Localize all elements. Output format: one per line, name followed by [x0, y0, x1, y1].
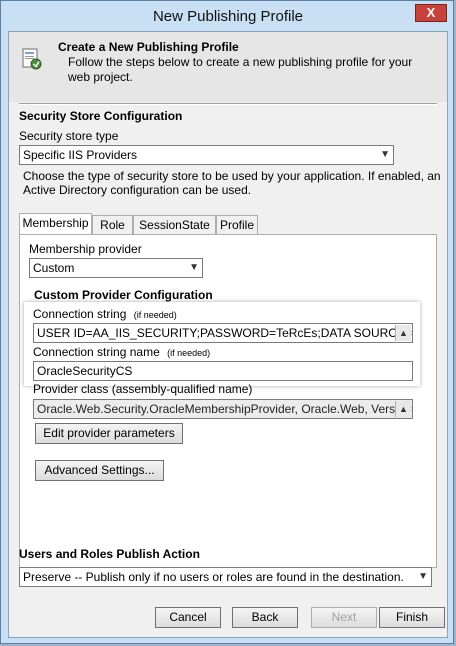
next-button-label: Next	[331, 610, 357, 624]
tab-role[interactable]: Role	[92, 215, 133, 234]
users-roles-action-select[interactable]: Preserve -- Publish only if no users or …	[19, 567, 432, 587]
back-button[interactable]: Back	[232, 607, 298, 628]
chevron-down-icon: ▼	[189, 262, 199, 273]
tab-sessionstate[interactable]: SessionState	[133, 215, 216, 234]
connection-name-value: OracleSecurityCS	[37, 364, 133, 378]
expand-up-icon[interactable]: ▲	[395, 401, 411, 417]
connection-string-input[interactable]: USER ID=AA_IIS_SECURITY;PASSWORD=TeRcEs;…	[33, 323, 413, 343]
dialog-window: New Publishing Profile X Create a New Pu…	[0, 0, 454, 644]
users-roles-section-title: Users and Roles Publish Action	[19, 547, 200, 561]
expand-up-icon[interactable]: ▲	[395, 325, 411, 341]
security-store-section-title: Security Store Configuration	[19, 109, 183, 123]
tab-membership-label: Membership	[22, 216, 89, 230]
provider-tabs: Membership Role SessionState Profile	[19, 213, 437, 235]
tab-profile-label: Profile	[219, 218, 254, 232]
connection-name-hint: (if needed)	[167, 348, 211, 358]
chevron-down-icon: ▼	[418, 571, 428, 582]
close-icon: X	[426, 5, 436, 20]
tab-profile[interactable]: Profile	[216, 215, 258, 234]
advanced-settings-button[interactable]: Advanced Settings...	[35, 460, 164, 481]
provider-class-value: Oracle.Web.Security.OracleMembershipProv…	[37, 402, 413, 416]
edit-provider-parameters-button[interactable]: Edit provider parameters	[35, 423, 183, 444]
connection-name-input[interactable]: OracleSecurityCS	[33, 361, 413, 381]
membership-provider-label: Membership provider	[29, 242, 142, 256]
users-roles-action-value: Preserve -- Publish only if no users or …	[23, 570, 404, 584]
title-bar[interactable]: New Publishing Profile X	[1, 1, 455, 31]
security-store-description: Choose the type of security store to be …	[23, 169, 441, 197]
finish-button-label: Finish	[395, 610, 428, 624]
close-button[interactable]: X	[415, 4, 447, 22]
cancel-button-label: Cancel	[169, 610, 207, 624]
wizard-description: Follow the steps below to create a new p…	[68, 55, 413, 84]
finish-button[interactable]: Finish	[379, 607, 445, 628]
wizard-publish-icon	[22, 48, 42, 70]
membership-provider-value: Custom	[33, 261, 75, 275]
connection-name-label: Connection string name (if needed)	[33, 345, 210, 359]
dialog-client-area: Create a New Publishing Profile Follow t…	[8, 31, 448, 638]
connection-string-hint: (if needed)	[133, 310, 177, 320]
security-store-type-value: Specific IIS Providers	[23, 148, 138, 162]
connection-string-label-text: Connection string	[33, 307, 127, 321]
provider-class-input[interactable]: Oracle.Web.Security.OracleMembershipProv…	[33, 399, 413, 419]
chevron-down-icon: ▼	[380, 149, 390, 160]
provider-class-label: Provider class (assembly-qualified name)	[33, 382, 253, 396]
header-divider-highlight	[19, 104, 437, 105]
security-store-type-select[interactable]: Specific IIS Providers ▼	[19, 145, 394, 165]
connection-string-label: Connection string (if needed)	[33, 307, 177, 321]
cancel-button[interactable]: Cancel	[155, 607, 221, 628]
wizard-header: Create a New Publishing Profile Follow t…	[9, 32, 447, 102]
tab-role-label: Role	[100, 218, 125, 232]
custom-provider-section-title: Custom Provider Configuration	[34, 288, 213, 302]
tab-sessionstate-label: SessionState	[139, 218, 210, 232]
window-title: New Publishing Profile	[152, 8, 304, 25]
back-button-label: Back	[251, 610, 279, 624]
next-button[interactable]: Next	[311, 607, 377, 628]
connection-string-value: USER ID=AA_IIS_SECURITY;PASSWORD=TeRcEs;…	[37, 326, 413, 340]
membership-provider-select[interactable]: Custom ▼	[29, 258, 203, 278]
tab-membership[interactable]: Membership	[19, 213, 92, 234]
wizard-title: Create a New Publishing Profile	[58, 40, 239, 54]
security-store-type-label: Security store type	[19, 129, 119, 143]
connection-name-label-text: Connection string name	[33, 345, 160, 359]
